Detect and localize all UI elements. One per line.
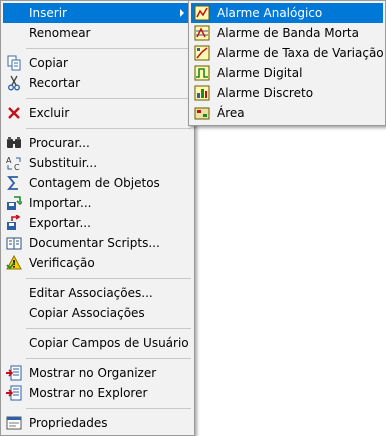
rate-of-change-alarm-icon <box>194 45 210 61</box>
analog-alarm-icon <box>194 5 210 21</box>
menu-separator <box>26 128 191 129</box>
menu-item-label: Contagem de Objetos <box>29 176 160 190</box>
sigma-icon <box>6 175 22 191</box>
digital-alarm-icon <box>194 65 210 81</box>
menu-separator <box>26 328 191 329</box>
menu-item-recortar[interactable]: Recortar <box>3 73 192 93</box>
menu-item-label: Excluir <box>29 106 70 120</box>
menu-separator <box>26 48 191 49</box>
svg-text:A: A <box>6 156 12 165</box>
deadband-alarm-icon <box>194 25 210 41</box>
submenu-item-alarme-taxa-variacao[interactable]: Alarme de Taxa de Variação <box>191 43 384 63</box>
menu-item-copiar-associacoes[interactable]: Copiar Associações <box>3 303 192 323</box>
document-book-icon <box>6 235 22 251</box>
menu-separator <box>26 408 191 409</box>
submenu-arrow-icon <box>180 9 184 17</box>
menu-item-label: Recortar <box>29 76 81 90</box>
menu-item-label: Copiar Campos de Usuário <box>29 336 189 350</box>
warning-check-icon <box>6 255 22 271</box>
scissors-icon <box>6 75 22 91</box>
menu-item-documentar[interactable]: Documentar Scripts... <box>3 233 192 253</box>
submenu-item-label: Alarme de Taxa de Variação <box>217 46 384 60</box>
menu-separator <box>26 98 191 99</box>
menu-item-label: Importar... <box>29 196 92 210</box>
submenu-item-label: Alarme Analógico <box>217 6 323 20</box>
submenu-item-alarme-digital[interactable]: Alarme Digital <box>191 63 383 83</box>
discrete-alarm-icon <box>194 85 210 101</box>
insert-submenu: Alarme Analógico Alarme de Banda Morta A… <box>188 0 386 126</box>
submenu-item-label: Área <box>217 106 245 120</box>
menu-item-excluir[interactable]: Excluir <box>3 103 192 123</box>
import-icon <box>6 195 22 211</box>
menu-item-propriedades[interactable]: Propriedades <box>3 413 192 433</box>
submenu-item-label: Alarme Discreto <box>217 86 314 100</box>
menu-item-procurar[interactable]: Procurar... <box>3 133 192 153</box>
menu-item-label: Copiar Associações <box>29 306 145 320</box>
menu-item-label: Copiar <box>29 56 68 70</box>
submenu-item-label: Alarme de Banda Morta <box>217 26 359 40</box>
menu-separator <box>26 358 191 359</box>
menu-item-label: Documentar Scripts... <box>29 236 160 250</box>
organizer-icon <box>6 365 22 381</box>
menu-item-label: Exportar... <box>29 216 91 230</box>
menu-item-label: Procurar... <box>29 136 90 150</box>
menu-item-mostrar-organizer[interactable]: Mostrar no Organizer <box>3 363 192 383</box>
menu-item-verificacao[interactable]: Verificação <box>3 253 192 273</box>
menu-item-editar-associacoes[interactable]: Editar Associações... <box>3 283 192 303</box>
menu-item-renomear[interactable]: Renomear <box>3 23 192 43</box>
context-menu: Inserir Renomear Copiar Recortar Excluir… <box>0 0 195 436</box>
submenu-item-alarme-analogico[interactable]: Alarme Analógico <box>191 3 383 23</box>
menu-item-label: Editar Associações... <box>29 286 153 300</box>
menu-item-importar[interactable]: Importar... <box>3 193 192 213</box>
export-icon <box>6 215 22 231</box>
submenu-item-area[interactable]: Área <box>191 103 383 123</box>
menu-item-label: Inserir <box>29 6 67 20</box>
area-icon <box>194 105 210 121</box>
menu-item-substituir[interactable]: AC Substituir... <box>3 153 192 173</box>
svg-text:C: C <box>14 163 20 171</box>
menu-item-label: Substituir... <box>29 156 98 170</box>
submenu-item-alarme-discreto[interactable]: Alarme Discreto <box>191 83 383 103</box>
submenu-item-label: Alarme Digital <box>217 66 303 80</box>
menu-item-exportar[interactable]: Exportar... <box>3 213 192 233</box>
menu-item-label: Propriedades <box>29 416 108 430</box>
menu-item-copiar[interactable]: Copiar <box>3 53 192 73</box>
binoculars-icon <box>6 135 22 151</box>
menu-item-label: Mostrar no Organizer <box>29 366 157 380</box>
replace-icon: AC <box>6 155 22 171</box>
menu-item-label: Mostrar no Explorer <box>29 386 148 400</box>
menu-item-label: Renomear <box>29 26 91 40</box>
menu-separator <box>26 278 191 279</box>
menu-item-label: Verificação <box>29 256 95 270</box>
properties-icon <box>6 415 22 431</box>
copy-icon <box>6 55 22 71</box>
menu-item-inserir[interactable]: Inserir <box>3 3 192 23</box>
delete-icon <box>6 105 22 121</box>
explorer-icon <box>6 385 22 401</box>
menu-item-copiar-campos[interactable]: Copiar Campos de Usuário <box>3 333 192 353</box>
menu-item-mostrar-explorer[interactable]: Mostrar no Explorer <box>3 383 192 403</box>
menu-item-contagem[interactable]: Contagem de Objetos <box>3 173 192 193</box>
submenu-item-alarme-banda-morta[interactable]: Alarme de Banda Morta <box>191 23 383 43</box>
